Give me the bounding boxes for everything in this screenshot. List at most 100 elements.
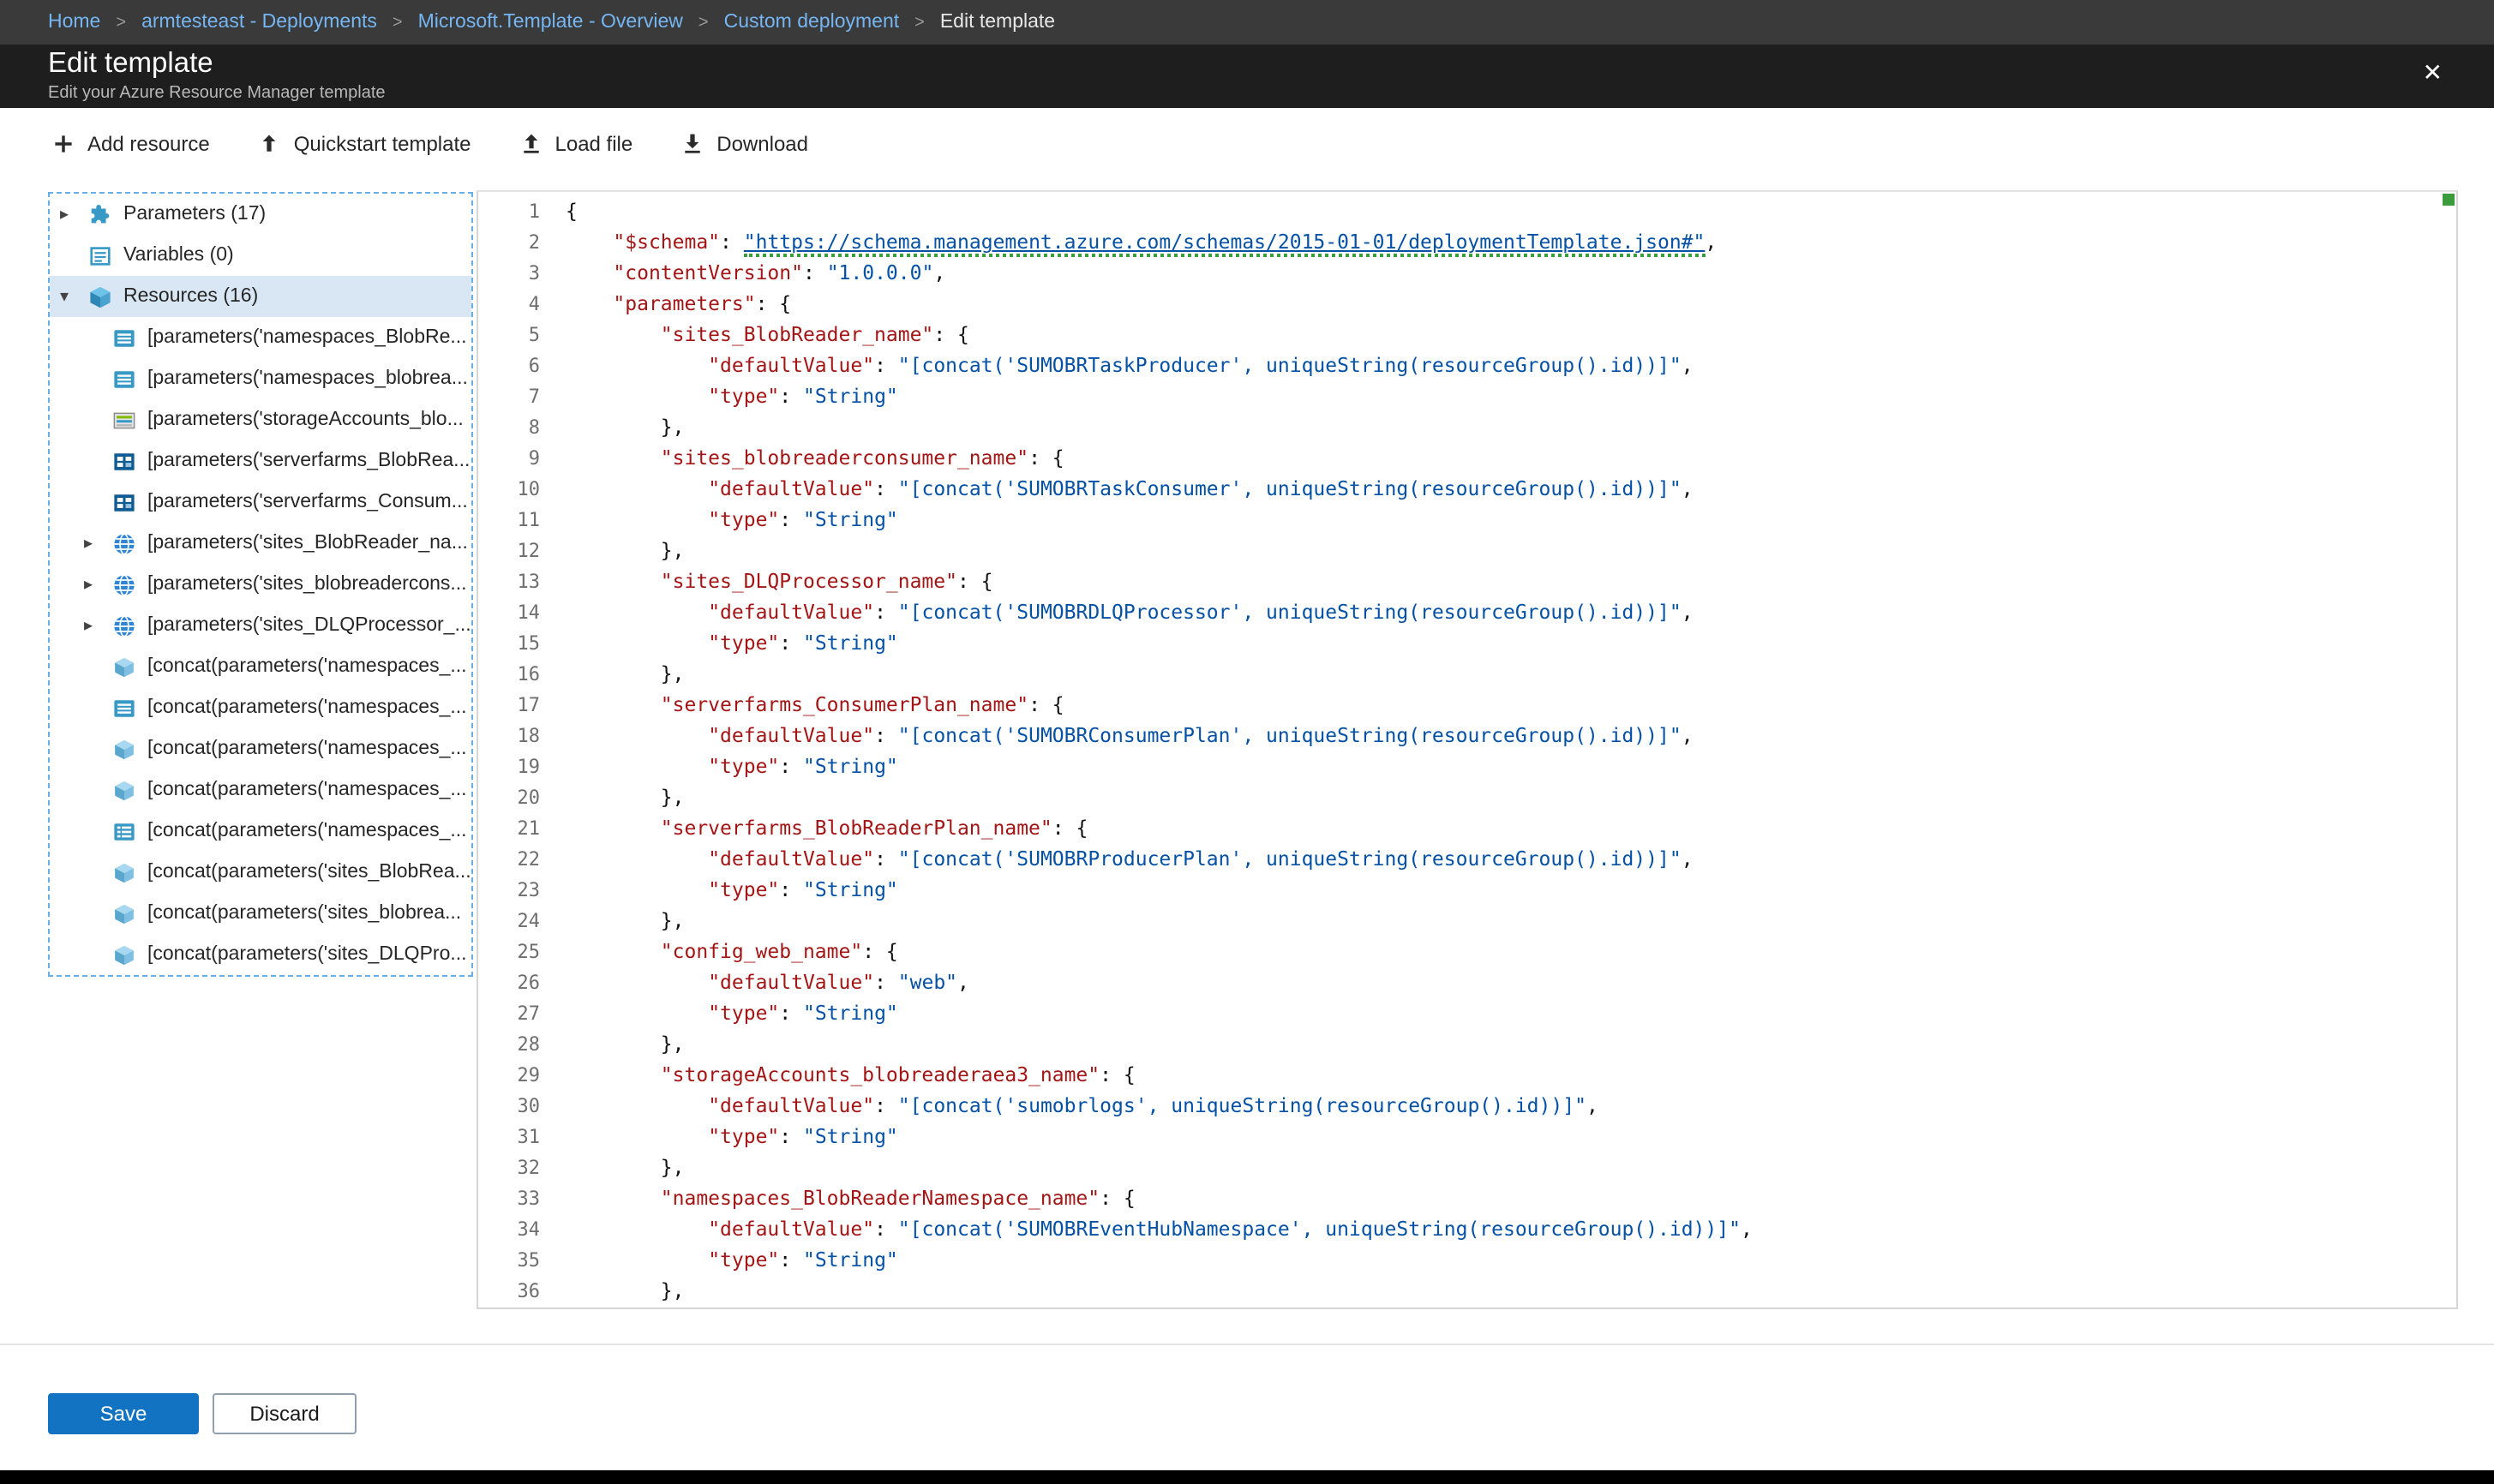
code-line[interactable]: 34 "defaultValue": "[concat('SUMOBREvent… [478,1213,2456,1244]
breadcrumb-item-edit-template: Edit template [940,12,1055,33]
tree-item-concat-parameters-namespaces[interactable]: [concat(parameters('namespaces_... [50,769,471,811]
breadcrumb-item-microsoft-template-overview[interactable]: Microsoft.Template - Overview [418,12,683,33]
code-line[interactable]: 1{ [478,195,2456,226]
tree-item-parameters-serverfarms-consum[interactable]: [parameters('serverfarms_Consum... [50,482,471,523]
breadcrumb-item-armtesteast-deployments[interactable]: armtesteast - Deployments [141,12,377,33]
code-line[interactable]: 20 }, [478,781,2456,812]
code-line[interactable]: 18 "defaultValue": "[concat('SUMOBRConsu… [478,720,2456,751]
code-line[interactable]: 15 "type": "String" [478,627,2456,658]
code-line[interactable]: 36 }, [478,1275,2456,1306]
chevron-right-icon[interactable]: ▸ [84,534,111,553]
code-line[interactable]: 6 "defaultValue": "[concat('SUMOBRTaskPr… [478,350,2456,380]
tree-item-parameters-storageaccounts-blo[interactable]: [parameters('storageAccounts_blo... [50,399,471,440]
tree-item-label: [concat(parameters('sites_BlobRea... [147,862,471,883]
tree-item-parameters-serverfarms-blobrea[interactable]: [parameters('serverfarms_BlobRea... [50,440,471,482]
code-text: "parameters": { [566,291,791,315]
code-line[interactable]: 30 "defaultValue": "[concat('sumobrlogs'… [478,1090,2456,1121]
code-line[interactable]: 23 "type": "String" [478,874,2456,905]
tree-item-concat-parameters-sites-blobrea[interactable]: [concat(parameters('sites_BlobRea... [50,852,471,893]
tree-item-parameters-sites-blobreadercons[interactable]: ▸[parameters('sites_blobreadercons... [50,564,471,605]
save-button[interactable]: Save [48,1393,199,1434]
chevron-down-icon[interactable]: ▾ [60,287,87,306]
code-line[interactable]: 25 "config_web_name": { [478,936,2456,966]
code-text: "storageAccounts_blobreaderaea3_name": { [566,1062,1136,1086]
tree-item-concat-parameters-namespaces[interactable]: [concat(parameters('namespaces_... [50,811,471,852]
code-line[interactable]: 7 "type": "String" [478,380,2456,411]
line-number: 22 [478,845,540,876]
chevron-right-icon[interactable]: ▸ [84,575,111,594]
line-number: 5 [478,320,540,351]
code-text: "namespaces_BlobReaderNamespace_name": { [566,1186,1136,1210]
code-line[interactable]: 9 "sites_blobreaderconsumer_name": { [478,442,2456,473]
line-number: 9 [478,444,540,475]
code-line[interactable]: 16 }, [478,658,2456,689]
line-number: 17 [478,691,540,721]
code-line[interactable]: 32 }, [478,1152,2456,1182]
breadcrumb-item-custom-deployment[interactable]: Custom deployment [724,12,900,33]
code-line[interactable]: 35 "type": "String" [478,1244,2456,1275]
code-line[interactable]: 12 }, [478,535,2456,565]
code-line[interactable]: 31 "type": "String" [478,1121,2456,1152]
webapp-icon [111,613,137,638]
code-line[interactable]: 19 "type": "String" [478,751,2456,781]
breadcrumb-separator: > [698,13,709,32]
tree-item-variables-0[interactable]: Variables (0) [50,235,471,276]
code-line[interactable]: 17 "serverfarms_ConsumerPlan_name": { [478,689,2456,720]
code-line[interactable]: 33 "namespaces_BlobReaderNamespace_name"… [478,1182,2456,1213]
code-line[interactable]: 5 "sites_BlobReader_name": { [478,319,2456,350]
tree-item-label: [concat(parameters('namespaces_... [147,697,467,718]
code-line[interactable]: 11 "type": "String" [478,504,2456,535]
line-number: 18 [478,721,540,752]
code-line[interactable]: 13 "sites_DLQProcessor_name": { [478,565,2456,596]
breadcrumb: Home > armtesteast - Deployments > Microsoft… [0,0,2494,45]
line-number: 23 [478,876,540,907]
code-line[interactable]: 10 "defaultValue": "[concat('SUMOBRTaskC… [478,473,2456,504]
tree-item-resources-16[interactable]: ▾Resources (16) [50,276,471,317]
line-number: 10 [478,475,540,506]
code-line[interactable]: 21 "serverfarms_BlobReaderPlan_name": { [478,812,2456,843]
code-editor[interactable]: 1{2 "$schema": "https://schema.managemen… [477,190,2458,1309]
discard-button[interactable]: Discard [213,1393,357,1434]
line-number: 34 [478,1215,540,1246]
code-line[interactable]: 24 }, [478,905,2456,936]
code-line[interactable]: 27 "type": "String" [478,997,2456,1028]
code-line[interactable]: 29 "storageAccounts_blobreaderaea3_name"… [478,1059,2456,1090]
tree-item-concat-parameters-namespaces[interactable]: [concat(parameters('namespaces_... [50,646,471,687]
code-text: "defaultValue": "[concat('SUMOBRTaskCons… [566,476,1694,500]
code-line[interactable]: 2 "$schema": "https://schema.management.… [478,226,2456,257]
chevron-right-icon[interactable]: ▸ [84,616,111,635]
tree-item-concat-parameters-sites-blobrea[interactable]: [concat(parameters('sites_blobrea... [50,893,471,934]
tree-item-concat-parameters-namespaces[interactable]: [concat(parameters('namespaces_... [50,728,471,769]
tree-item-concat-parameters-sites-dlqpro[interactable]: [concat(parameters('sites_DLQPro... [50,934,471,975]
add-resource-button[interactable]: Add resource [51,131,210,155]
tree-item-parameters-namespaces-blobre[interactable]: [parameters('namespaces_BlobRe... [50,317,471,358]
blade-header: Edit template Edit your Azure Resource M… [0,45,2494,108]
tree-item-parameters-17[interactable]: ▸Parameters (17) [50,194,471,235]
tree-item-parameters-sites-blobreader-na[interactable]: ▸[parameters('sites_BlobReader_na... [50,523,471,564]
line-number: 20 [478,783,540,814]
code-line[interactable]: 4 "parameters": { [478,288,2456,319]
code-text: "defaultValue": "[concat('SUMOBRDLQProce… [566,600,1694,624]
tree-item-concat-parameters-namespaces[interactable]: [concat(parameters('namespaces_... [50,687,471,728]
code-line[interactable]: 22 "defaultValue": "[concat('SUMOBRProdu… [478,843,2456,874]
code-line[interactable]: 14 "defaultValue": "[concat('SUMOBRDLQPr… [478,596,2456,627]
breadcrumb-item-home[interactable]: Home [48,12,100,33]
load-file-button[interactable]: Load file [519,131,633,155]
line-number: 11 [478,506,540,536]
page-title: Edit template [48,48,213,81]
close-icon[interactable]: ✕ [2423,60,2443,84]
quickstart-template-button[interactable]: Quickstart template [258,131,471,155]
tree-item-parameters-namespaces-blobrea[interactable]: [parameters('namespaces_blobrea... [50,358,471,399]
chevron-right-icon[interactable]: ▸ [60,205,87,224]
tree-item-label: [parameters('serverfarms_Consum... [147,492,468,512]
code-line[interactable]: 26 "defaultValue": "web", [478,966,2456,997]
code-line[interactable]: 3 "contentVersion": "1.0.0.0", [478,257,2456,288]
code-text: "type": "String" [566,1001,898,1025]
quickstart-template-label: Quickstart template [294,131,471,155]
arrow-up-icon [258,131,282,155]
download-button[interactable]: Download [680,131,808,155]
breadcrumb-separator: > [393,13,403,32]
code-line[interactable]: 28 }, [478,1028,2456,1059]
tree-item-parameters-sites-dlqprocessor[interactable]: ▸[parameters('sites_DLQProcessor_... [50,605,471,646]
code-line[interactable]: 8 }, [478,411,2456,442]
